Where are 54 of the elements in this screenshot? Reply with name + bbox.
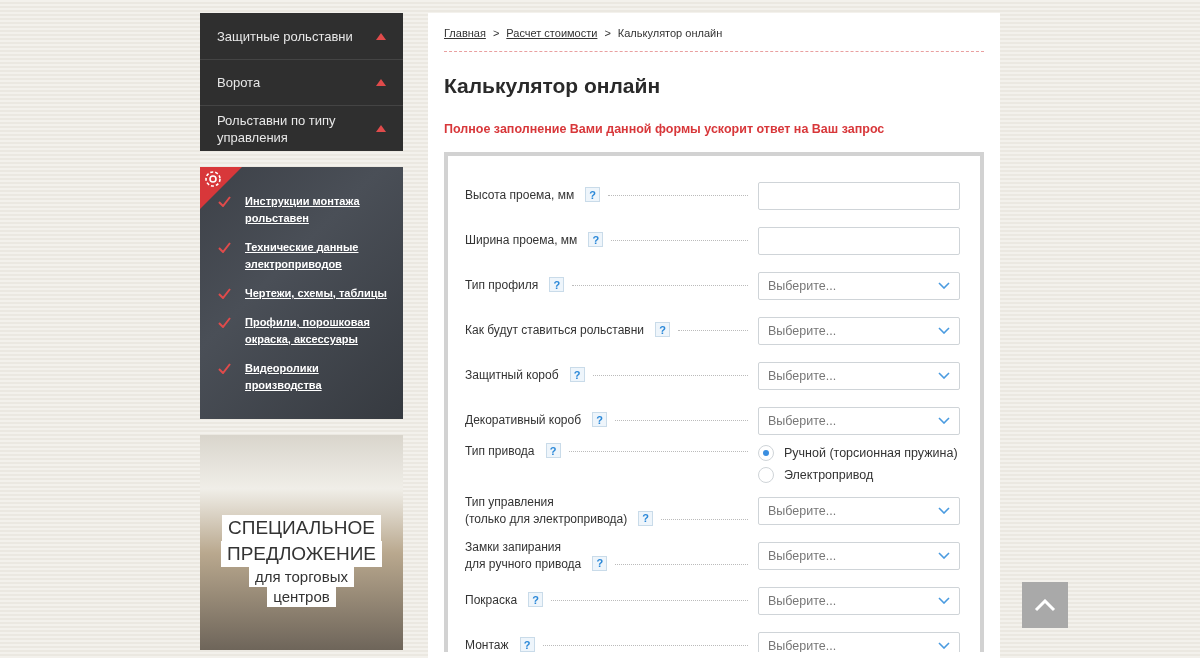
breadcrumb-separator: > bbox=[492, 27, 500, 39]
field-label: Монтаж bbox=[465, 637, 509, 652]
help-button[interactable]: ? bbox=[528, 592, 544, 607]
help-button[interactable]: ? bbox=[638, 510, 654, 526]
document-link[interactable]: Видеоролики производства bbox=[245, 360, 397, 394]
radio-label: Электропривод bbox=[784, 468, 874, 482]
menu-item[interactable]: Защитные рольставни bbox=[200, 13, 403, 59]
select-field[interactable]: Выберите... bbox=[758, 316, 960, 345]
help-button[interactable]: ? bbox=[592, 412, 608, 427]
promo-heading: ПРЕДЛОЖЕНИЕ bbox=[221, 541, 382, 567]
promo-heading: СПЕЦИАЛЬНОЕ bbox=[222, 515, 381, 541]
breadcrumb-current[interactable]: Калькулятор онлайн bbox=[617, 27, 723, 39]
document-link[interactable]: Инструкции монтажа рольставен bbox=[245, 193, 397, 227]
breadcrumb-link[interactable]: Главная bbox=[444, 27, 486, 39]
select-field[interactable]: Выберите... bbox=[758, 631, 960, 652]
menu-item[interactable]: Рольставни по типу управления bbox=[200, 105, 403, 151]
help-button[interactable]: ? bbox=[585, 187, 601, 202]
field-label: Защитный короб bbox=[465, 367, 559, 384]
select-field[interactable]: Выберите... bbox=[758, 496, 960, 525]
radio-label: Ручной (торсионная пружина) bbox=[784, 446, 958, 460]
radio-option[interactable]: Ручной (торсионная пружина) bbox=[758, 445, 960, 461]
field-label: Высота проема, мм bbox=[465, 187, 575, 204]
help-button[interactable]: ? bbox=[569, 367, 585, 382]
help-button[interactable]: ? bbox=[519, 637, 535, 652]
document-link[interactable]: Профили, порошковая окраска, аксессуары bbox=[245, 314, 397, 348]
field-label: Как будут ставиться рольставни bbox=[465, 322, 645, 339]
menu-item[interactable]: Ворота bbox=[200, 59, 403, 105]
help-button[interactable]: ? bbox=[588, 232, 604, 247]
help-button[interactable]: ? bbox=[545, 443, 561, 458]
select-field[interactable]: Выберите... bbox=[758, 541, 960, 570]
select-field[interactable]: Выберите... bbox=[758, 406, 960, 435]
promo-subheading: для торговых bbox=[249, 567, 354, 587]
field-label: Тип профиля bbox=[465, 277, 539, 294]
form-notice: Полное заполнение Вами данной формы ускорит ответ на Ваш запрос bbox=[444, 122, 886, 136]
help-button[interactable]: ? bbox=[655, 322, 671, 337]
promo-subheading: центров bbox=[267, 587, 336, 607]
field-label: Тип привода bbox=[465, 443, 535, 460]
promo-banner[interactable]: СПЕЦИАЛЬНОЕ ПРЕДЛОЖЕНИЕ для торговых центров bbox=[200, 435, 403, 650]
page-title: Калькулятор онлайн bbox=[444, 74, 662, 98]
select-field[interactable]: Выберите... bbox=[758, 361, 960, 390]
field-label: Замки запирания для ручного привода bbox=[465, 538, 582, 573]
select-field[interactable]: Выберите... bbox=[758, 271, 960, 300]
document-link[interactable]: Чертежи, схемы, таблицы bbox=[245, 285, 387, 302]
field-label: Декоративный короб bbox=[465, 412, 582, 429]
help-button[interactable]: ? bbox=[549, 277, 565, 292]
breadcrumb-separator: > bbox=[604, 27, 611, 39]
select-field[interactable]: Выберите... bbox=[758, 586, 960, 615]
help-button[interactable]: ? bbox=[592, 555, 608, 571]
radio-option[interactable]: Электропривод bbox=[758, 467, 960, 483]
field-label: Ширина проема, мм bbox=[465, 232, 578, 249]
breadcrumb-link[interactable]: Расчет стоимости bbox=[506, 27, 598, 39]
field-label: Тип управления (только для электропривода) bbox=[465, 493, 628, 528]
field-label: Покраска bbox=[465, 592, 518, 609]
document-link[interactable]: Технические данные электроприводов bbox=[245, 239, 397, 273]
